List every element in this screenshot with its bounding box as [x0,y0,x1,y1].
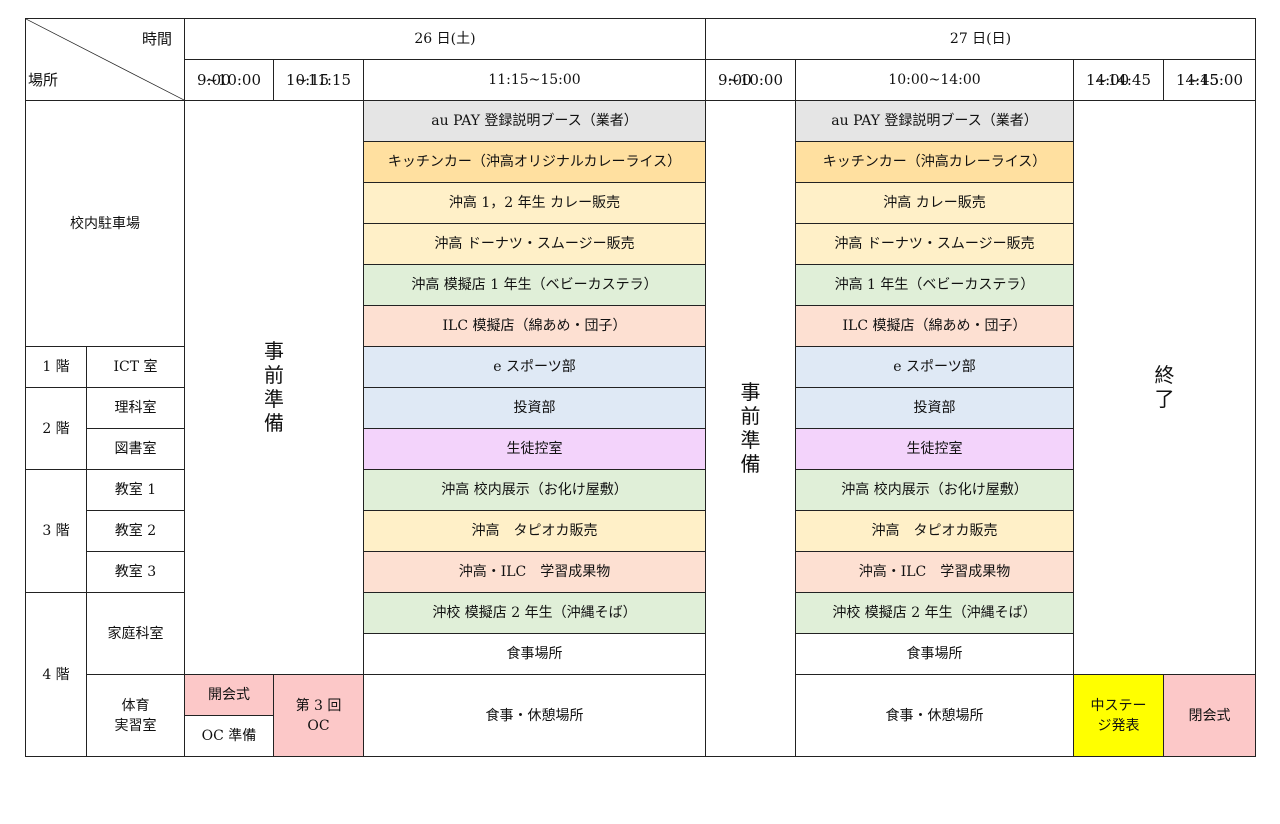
time-label: 時間 [141,30,172,48]
time-end: ~10:00 [205,71,261,89]
time-slot-sun-4: 14:45 ~15:00 [1162,59,1257,101]
room-gym: 体育 実習室 [86,674,185,757]
schedule-table: 時間 場所 26 日(土) 27 日(日) 9:00 ~10:00 10:15 … [25,18,1257,757]
end-block: 終了 [1072,100,1257,675]
room-2: 教室 2 [86,510,185,552]
time-slot-sat-1: 9:00 ~10:00 [184,59,274,101]
sun-event: e スポーツ部 [795,346,1074,388]
end-vertical-text: 終了 [1154,363,1175,411]
gym-label-2: 実習室 [114,717,157,734]
closing-ceremony: 閉会式 [1162,674,1257,757]
room-science: 理科室 [86,387,185,429]
place-parking: 校内駐車場 [25,100,185,347]
time-end: ~15:00 [1187,71,1244,89]
sat-event: 投資部 [363,387,706,429]
sat-event: 沖高 模擬店 1 年生（ベビーカステラ） [363,264,706,306]
room-3: 教室 3 [86,551,185,593]
sun-event: 生徒控室 [795,428,1074,470]
sun-event: ILC 模擬店（綿あめ・団子） [795,305,1074,347]
day-header-sat: 26 日(土) [184,18,706,60]
sun-event: 食事場所 [795,633,1074,675]
sat-event: ILC 模擬店（綿あめ・団子） [363,305,706,347]
opening-ceremony: 開会式 [184,674,274,716]
sun-event: 沖高 カレー販売 [795,182,1074,224]
sat-event: 沖高 1，2 年生 カレー販売 [363,182,706,224]
sat-event: 沖高・ILC 学習成果物 [363,551,706,593]
mid-stage-presentation: 中ステー ジ発表 [1073,674,1164,757]
sat-event: 食事場所 [363,633,706,675]
floor-4: 4 階 [25,592,87,757]
time-end: ~14:45 [1095,71,1151,89]
sun-event: 投資部 [795,387,1074,429]
time-slot-sat-3: 11:15~15:00 [363,59,706,101]
floor-2: 2 階 [25,387,87,470]
time-slot-sat-2: 10:15 ~11:15 [273,59,364,101]
time-end: ~10:00 [727,71,783,89]
sat-event: 沖高 ドーナツ・スムージー販売 [363,223,706,265]
sun-event: 食事・休憩場所 [795,674,1074,757]
sat-event: au PAY 登録説明ブース（業者） [363,100,706,142]
prep-vertical-text: 事前準備 [264,339,284,435]
prep-vertical-text: 事前準備 [740,380,761,476]
place-label: 場所 [28,71,59,89]
sat-event: キッチンカー（沖高オリジナルカレーライス） [363,141,706,183]
sat-event: 食事・休憩場所 [363,674,706,757]
sun-event: キッチンカー（沖高カレーライス） [795,141,1074,183]
time-slot-sun-2: 10:00~14:00 [795,59,1074,101]
sun-event: 沖高・ILC 学習成果物 [795,551,1074,593]
sat-prep-block: 事前準備 [184,100,364,675]
time-slot-sun-1: 9:00 ~10:00 [705,59,796,101]
header-corner: 時間 場所 [25,18,185,101]
floor-1: 1 階 [25,346,87,388]
sat-event: 生徒控室 [363,428,706,470]
day-header-sun: 27 日(日) [704,18,1257,60]
sat-event: 沖高 校内展示（お化け屋敷） [363,469,706,511]
sun-event: 沖高 校内展示（お化け屋敷） [795,469,1074,511]
sat-event: 沖校 模擬店 2 年生（沖縄そば） [363,592,706,634]
sun-event: 沖高 1 年生（ベビーカステラ） [795,264,1074,306]
gym-label-1: 体育 [121,697,150,714]
room-ict: ICT 室 [86,346,185,388]
sun-event: 沖高 ドーナツ・スムージー販売 [795,223,1074,265]
time-end: ~11:15 [295,71,351,89]
sun-event: 沖高 タピオカ販売 [795,510,1074,552]
sat-event: e スポーツ部 [363,346,706,388]
oc-3: 第 3 回 OC [273,674,364,757]
sun-event: au PAY 登録説明ブース（業者） [795,100,1074,142]
floor-3: 3 階 [25,469,87,593]
oc-prep: OC 準備 [184,715,274,757]
sun-event: 沖校 模擬店 2 年生（沖縄そば） [795,592,1074,634]
room-1: 教室 1 [86,469,185,511]
room-home-ec: 家庭科室 [86,592,185,675]
room-library: 図書室 [86,428,185,470]
time-slot-sun-3: 14:00 ~14:45 [1073,59,1164,101]
sat-event: 沖高 タピオカ販売 [363,510,706,552]
sun-prep-block: 事前準備 [705,100,796,757]
